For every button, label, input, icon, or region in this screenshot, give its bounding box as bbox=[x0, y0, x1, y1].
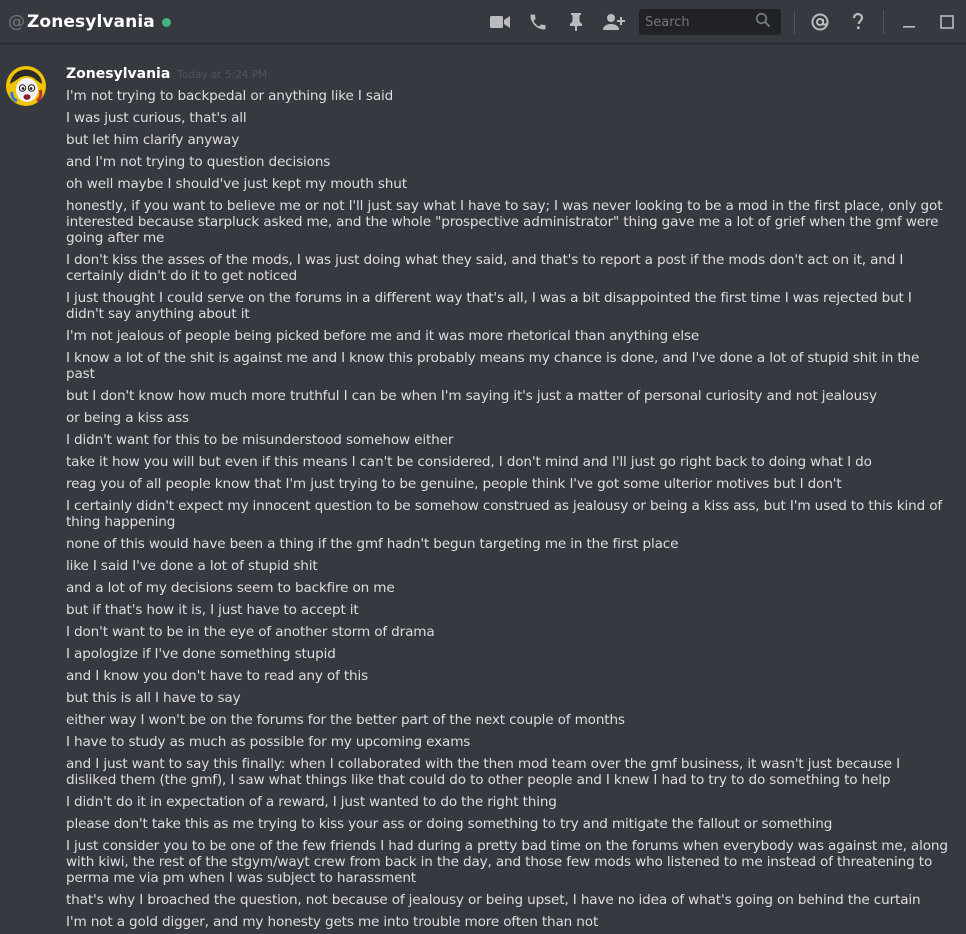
message-line: I just consider you to be one of the few… bbox=[66, 838, 948, 886]
message-line: please don't take this as me trying to k… bbox=[66, 816, 833, 832]
channel-name[interactable]: Zonesylvania bbox=[27, 12, 155, 32]
message-line: but this is all I have to say bbox=[66, 690, 241, 706]
message-line: I don't kiss the asses of the mods, I wa… bbox=[66, 252, 904, 284]
message-lines: I'm not trying to backpedal or anything … bbox=[66, 88, 948, 930]
message-line: that's why I broached the question, not … bbox=[66, 892, 921, 908]
message-line: I was just curious, that's all bbox=[66, 110, 247, 126]
message-line: I have to study as much as possible for … bbox=[66, 734, 471, 750]
message-line: and I know you don't have to read any of… bbox=[66, 668, 369, 684]
message-line: take it how you will but even if this me… bbox=[66, 454, 872, 470]
search-input[interactable] bbox=[645, 14, 755, 30]
message-line: like I said I've done a lot of stupid sh… bbox=[66, 558, 318, 574]
user-avatar[interactable] bbox=[6, 66, 46, 106]
pin-icon[interactable] bbox=[564, 10, 588, 34]
message-list: Zonesylvania Today at 5:24 PM I'm not tr… bbox=[0, 44, 966, 930]
message-line: or being a kiss ass bbox=[66, 410, 189, 426]
help-icon[interactable] bbox=[846, 10, 870, 34]
message-line: but let him clarify anyway bbox=[66, 132, 240, 148]
video-call-icon[interactable] bbox=[488, 10, 512, 34]
add-friend-icon[interactable] bbox=[602, 10, 626, 34]
message-line: I apologize if I've done something stupi… bbox=[66, 646, 336, 662]
message-line: reag you of all people know that I'm jus… bbox=[66, 476, 842, 492]
phone-call-icon[interactable] bbox=[526, 10, 550, 34]
message-line: but if that's how it is, I just have to … bbox=[66, 602, 359, 618]
message-line: but I don't know how much more truthful … bbox=[66, 388, 877, 404]
at-symbol: @ bbox=[8, 11, 25, 32]
channel-header: @ Zonesylvania bbox=[0, 0, 966, 44]
message-timestamp: Today at 5:24 PM bbox=[177, 69, 268, 81]
header-toolbar bbox=[481, 0, 966, 44]
minimize-icon[interactable] bbox=[897, 10, 921, 34]
message-line: and I just want to say this finally: whe… bbox=[66, 756, 900, 788]
message-line: honestly, if you want to believe me or n… bbox=[66, 198, 943, 246]
message-line: I'm not a gold digger, and my honesty ge… bbox=[66, 914, 599, 930]
message-line: I certainly didn't expect my innocent qu… bbox=[66, 498, 943, 530]
message-line: I don't want to be in the eye of another… bbox=[66, 624, 435, 640]
message-line: I didn't do it in expectation of a rewar… bbox=[66, 794, 557, 810]
message-line: I just thought I could serve on the foru… bbox=[66, 290, 912, 322]
online-status-indicator bbox=[161, 17, 171, 27]
message-line: none of this would have been a thing if … bbox=[66, 536, 679, 552]
toolbar-divider bbox=[883, 10, 884, 34]
message-line: I didn't want for this to be misundersto… bbox=[66, 432, 454, 448]
maximize-icon[interactable] bbox=[935, 10, 959, 34]
message-line: I'm not jealous of people being picked b… bbox=[66, 328, 700, 344]
message-line: I know a lot of the shit is against me a… bbox=[66, 350, 920, 382]
message-line: and a lot of my decisions seem to backfi… bbox=[66, 580, 395, 596]
search-icon[interactable] bbox=[755, 12, 771, 32]
message-author[interactable]: Zonesylvania bbox=[66, 66, 170, 82]
toolbar-divider bbox=[794, 10, 795, 34]
message-line: and I'm not trying to question decisions bbox=[66, 154, 331, 170]
message-line: I'm not trying to backpedal or anything … bbox=[66, 88, 394, 104]
message-header: Zonesylvania Today at 5:24 PM bbox=[66, 66, 948, 88]
search-box[interactable] bbox=[639, 9, 781, 35]
mention-icon[interactable] bbox=[808, 10, 832, 34]
message-group: Zonesylvania Today at 5:24 PM I'm not tr… bbox=[66, 66, 948, 930]
message-line: either way I won't be on the forums for … bbox=[66, 712, 625, 728]
message-line: oh well maybe I should've just kept my m… bbox=[66, 176, 407, 192]
